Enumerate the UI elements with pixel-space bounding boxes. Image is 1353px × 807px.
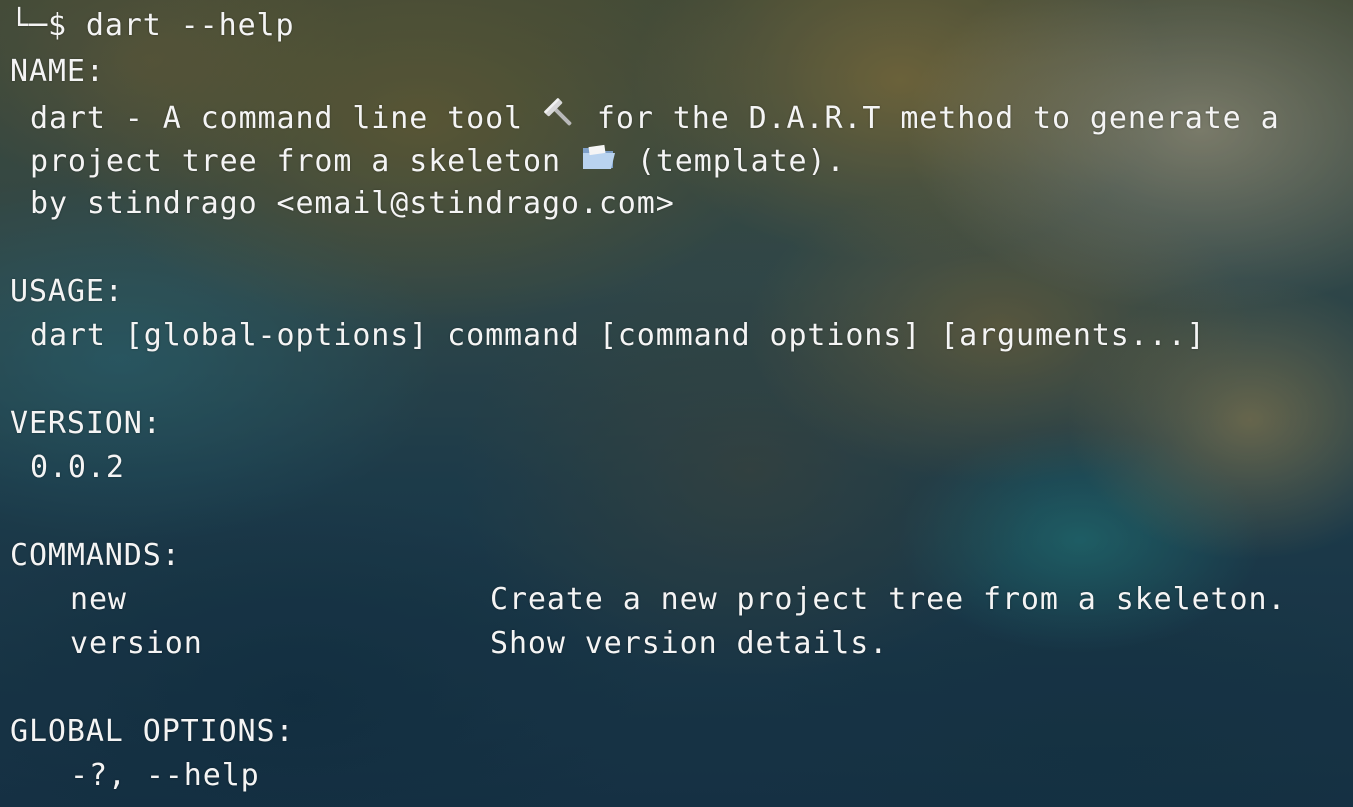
- name-line-2-after: (template).: [617, 144, 846, 179]
- name-line-2-before: project tree from a skeleton: [30, 144, 580, 179]
- version-header: VERSION:: [10, 406, 162, 441]
- commands-header: COMMANDS:: [10, 538, 181, 573]
- global-options-header: GLOBAL OPTIONS:: [10, 714, 295, 749]
- command-text: dart --help: [85, 8, 295, 43]
- global-option-help: -?, --help: [70, 758, 260, 793]
- folder-icon: [580, 140, 618, 185]
- name-header: NAME:: [10, 54, 105, 89]
- name-line-3: by stindrago <email@stindrago.com>: [30, 186, 675, 221]
- usage-header: USAGE:: [10, 274, 124, 309]
- usage-text: dart [global-options] command [command o…: [30, 318, 1206, 353]
- name-line-1-before: dart - A command line tool: [30, 101, 542, 136]
- name-line-2: project tree from a skeleton (template).: [30, 140, 845, 185]
- prompt-line: └─$ dart --help: [10, 6, 294, 46]
- name-line-1-after: for the D.A.R.T method to generate a: [577, 101, 1280, 136]
- command-description-new: Create a new project tree from a skeleto…: [490, 582, 1287, 617]
- command-name-version: version: [70, 626, 203, 661]
- version-value: 0.0.2: [30, 450, 125, 485]
- terminal-output[interactable]: └─$ dart --help NAME: dart - A command l…: [0, 0, 1353, 807]
- command-description-version: Show version details.: [490, 626, 889, 661]
- prompt-dollar: $: [47, 8, 67, 43]
- hammer-icon: [542, 96, 578, 143]
- name-line-1: dart - A command line tool for the D.A.R…: [30, 96, 1280, 143]
- command-name-new: new: [70, 582, 127, 617]
- prompt-corner: └─: [10, 8, 48, 43]
